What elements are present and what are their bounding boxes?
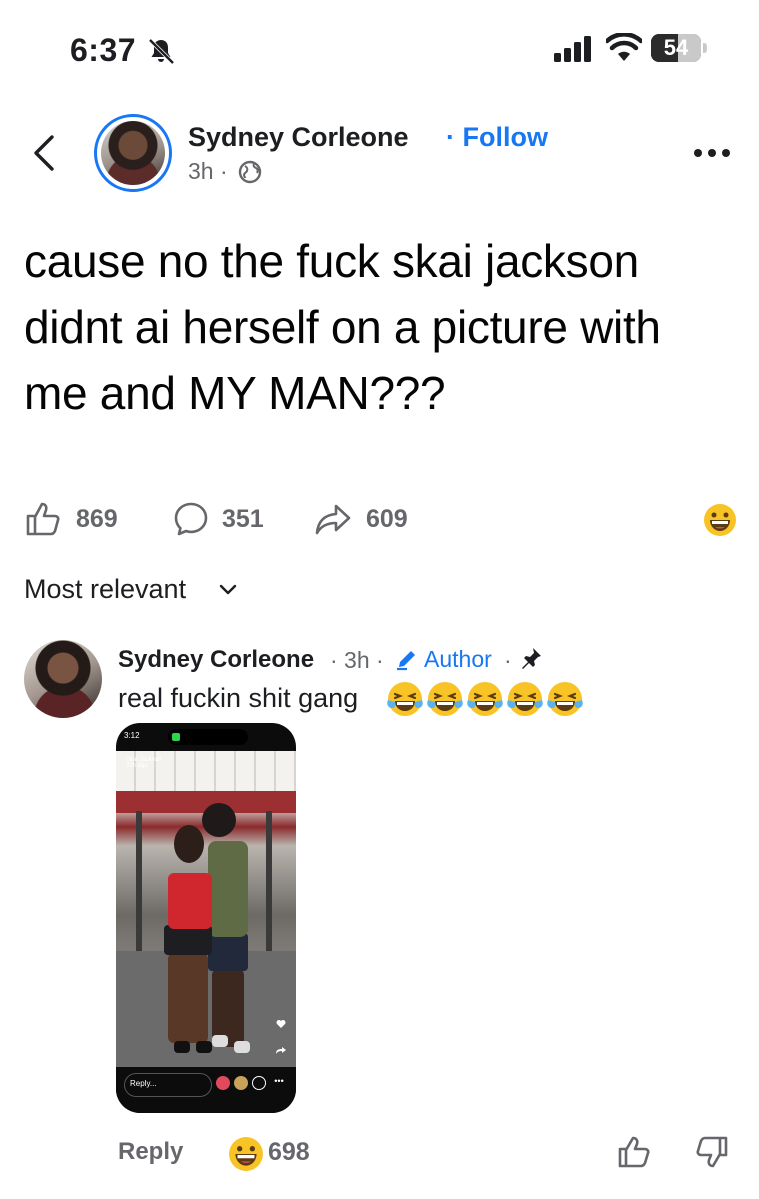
post-time: 3h · (188, 158, 228, 184)
bell-muted-icon (148, 38, 175, 65)
thumbs-down-icon[interactable] (694, 1134, 730, 1170)
share-arrow-icon (276, 1047, 286, 1054)
laughing-tears-emoji-icon (507, 682, 543, 716)
share-count: 609 (366, 505, 408, 533)
sort-dropdown[interactable]: Most relevant (24, 574, 186, 605)
grinning-emoji-icon[interactable] (228, 1136, 264, 1172)
comment-time: · 3h · (330, 647, 384, 673)
comment-attached-image[interactable]: 3:12 Skai Jackson 20h ago Reply... ••• (116, 723, 296, 1113)
heart-reaction-icon (216, 1076, 230, 1090)
reply-button[interactable]: Reply (118, 1138, 183, 1166)
follow-button[interactable]: · Follow (446, 122, 548, 153)
more-options-icon[interactable] (692, 144, 732, 162)
emoji-picker-icon (252, 1076, 266, 1090)
back-icon[interactable] (30, 133, 58, 173)
comment-author-name[interactable]: Sydney Corleone (118, 646, 314, 674)
globe-icon (238, 160, 262, 184)
story-age: 20h ago (126, 763, 148, 769)
laughing-tears-emoji-icon (547, 682, 583, 716)
heart-icon (276, 1020, 286, 1028)
pin-icon (522, 648, 541, 669)
grinning-emoji-icon[interactable] (703, 503, 737, 537)
image-more-icon: ••• (274, 1076, 284, 1086)
laughing-tears-emoji-icon (427, 682, 463, 716)
comment-reaction-count: 698 (268, 1138, 310, 1166)
laughing-tears-emoji-icon (387, 682, 423, 716)
battery-icon: 54 (651, 34, 709, 64)
status-time: 6:37 (70, 32, 137, 68)
signal-icon (554, 36, 591, 62)
comment-icon[interactable] (172, 500, 210, 538)
wifi-icon (606, 33, 642, 61)
author-badge: Author (424, 646, 492, 672)
post-author-name[interactable]: Sydney Corleone (188, 122, 409, 153)
post-text: cause no the fuck skai jackson didnt ai … (24, 235, 661, 419)
author-avatar[interactable] (101, 121, 165, 185)
battery-level: 54 (663, 35, 689, 60)
commenter-avatar[interactable] (24, 640, 102, 718)
laughing-tears-emoji-icon (467, 682, 503, 716)
gym-photo: Skai Jackson 20h ago (116, 751, 296, 1067)
pencil-icon (397, 651, 415, 671)
comment-count: 351 (222, 505, 264, 533)
comment-text: real fuckin shit gang (118, 683, 359, 713)
camera-indicator-icon (172, 733, 180, 741)
thumbs-up-icon[interactable] (616, 1134, 652, 1170)
avatar-reaction-icon (234, 1076, 248, 1090)
image-reply-placeholder: Reply... (130, 1079, 157, 1088)
like-icon[interactable] (24, 500, 62, 538)
like-count: 869 (76, 505, 118, 533)
comment-separator: · (504, 647, 512, 673)
share-icon[interactable] (314, 500, 352, 538)
chevron-down-icon[interactable] (218, 583, 238, 597)
image-status-time: 3:12 (124, 731, 140, 740)
